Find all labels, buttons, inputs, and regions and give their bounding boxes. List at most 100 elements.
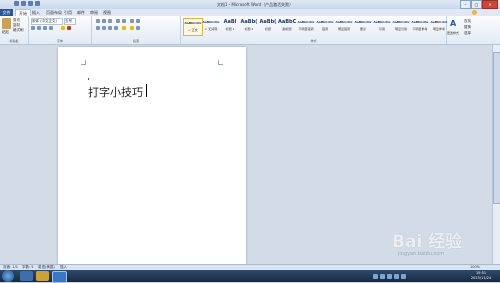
font-size-select[interactable]: 五号: [64, 18, 76, 25]
watermark-logo: Bai 经验: [392, 232, 463, 252]
show-marks-icon[interactable]: [136, 19, 140, 23]
underline-icon[interactable]: [43, 26, 47, 30]
style-sample: AaBbCcDc: [354, 20, 372, 24]
multilevel-list-icon[interactable]: [108, 19, 112, 23]
document-text[interactable]: 打字小技巧: [88, 84, 143, 100]
network-icon[interactable]: [394, 273, 399, 279]
find-button[interactable]: 查找: [464, 19, 471, 24]
tab-references[interactable]: 引用: [64, 9, 72, 16]
minimize-button[interactable]: –: [460, 0, 471, 9]
scrollbar-thumb[interactable]: [493, 52, 500, 204]
word-taskbar-icon[interactable]: [52, 271, 67, 283]
explorer-icon[interactable]: [36, 271, 49, 281]
tab-file[interactable]: 文件: [0, 9, 13, 16]
redo-icon[interactable]: [35, 1, 40, 6]
bullets-icon[interactable]: [96, 19, 100, 23]
align-left-icon[interactable]: [96, 26, 100, 30]
clipboard-group-label: 剪贴板: [9, 39, 19, 43]
style-item[interactable]: AaBbC 副标题: [278, 18, 296, 34]
save-icon[interactable]: [21, 1, 26, 6]
word-app-icon[interactable]: [14, 1, 19, 6]
document-page[interactable]: [58, 47, 246, 269]
style-sample: AaBbCcDc: [316, 20, 334, 24]
style-item[interactable]: AaBbCcDc 明显参考: [430, 18, 448, 34]
style-item[interactable]: AaBbCcDc 强调: [316, 18, 334, 34]
style-name: 明显引用: [394, 27, 407, 31]
sort-icon[interactable]: [130, 19, 134, 23]
highlight-icon[interactable]: [61, 26, 65, 30]
style-name: 强调: [321, 27, 328, 31]
align-center-icon[interactable]: [102, 26, 106, 30]
ribbon-tab-bar: [0, 9, 500, 16]
style-name: ↵ 正文: [188, 28, 198, 32]
numbering-icon[interactable]: [102, 19, 106, 23]
start-button[interactable]: [2, 270, 14, 282]
style-item[interactable]: AaBbCcDc ↵ 正文: [183, 18, 203, 36]
style-sample: AaBbCcDc: [430, 20, 448, 24]
help-icon[interactable]: [472, 10, 477, 15]
font-name-select[interactable]: 宋体 (中文正文): [31, 18, 63, 25]
replace-button[interactable]: 替换: [464, 25, 471, 30]
style-name: 标题 1: [225, 27, 235, 31]
volume-icon[interactable]: [401, 273, 406, 279]
style-item[interactable]: AaBl 标题 1: [221, 18, 239, 34]
font-group-label: 字体: [56, 39, 63, 43]
tray-icon-3[interactable]: [387, 273, 392, 279]
tab-view[interactable]: 视图: [103, 9, 111, 16]
decrease-indent-icon[interactable]: [116, 19, 120, 23]
paste-button[interactable]: 粘贴: [2, 30, 9, 35]
tab-page-layout[interactable]: 页面布局: [46, 9, 62, 16]
undo-icon[interactable]: [28, 1, 33, 6]
tray-icon-1[interactable]: [373, 273, 378, 279]
maximize-button[interactable]: □: [471, 0, 482, 9]
clock-date: 2015/11/24: [470, 276, 492, 280]
line-spacing-icon[interactable]: [122, 26, 126, 30]
window-controls: – □ ✕: [460, 0, 498, 9]
style-item[interactable]: AaBbCcDc 不明显参考: [411, 18, 429, 34]
font-color-icon[interactable]: [67, 26, 71, 30]
watermark-url: jingyan.baidu.com: [398, 251, 445, 257]
style-item[interactable]: AaBb(标题: [259, 18, 277, 34]
paste-icon[interactable]: [2, 18, 11, 29]
taskbar-clock[interactable]: 15:51 2015/11/24: [464, 271, 498, 281]
style-sample: AaBbCcDc: [373, 20, 391, 24]
style-item[interactable]: AaBbCcDc 要点: [354, 18, 372, 34]
italic-icon[interactable]: [37, 26, 41, 30]
bold-icon[interactable]: [31, 26, 35, 30]
align-right-icon[interactable]: [108, 26, 112, 30]
style-name: 明显参考: [432, 27, 445, 31]
style-item[interactable]: AaBbCcDc 明显引用: [392, 18, 410, 34]
strikethrough-icon[interactable]: [49, 26, 53, 30]
tray-icon-2[interactable]: [380, 273, 385, 279]
change-styles-button[interactable]: A 更改样式: [447, 17, 461, 43]
tab-mailings[interactable]: 邮件: [77, 9, 85, 16]
style-name: 副标题: [282, 27, 292, 31]
style-sample: AaBbCcDc: [392, 20, 410, 24]
crop-mark-top-right: [218, 60, 223, 65]
select-button[interactable]: 选择: [464, 31, 471, 36]
close-button[interactable]: ✕: [482, 0, 498, 9]
style-item[interactable]: AaBb(标题 2: [240, 18, 258, 34]
style-item[interactable]: AaBbCcDc 明显强调: [335, 18, 353, 34]
justify-icon[interactable]: [114, 26, 118, 30]
tab-review[interactable]: 审阅: [90, 9, 98, 16]
window-title: 文档1 - Microsoft Word（产品激活失败）: [216, 2, 294, 7]
format-painter-button[interactable]: 格式刷: [13, 28, 24, 33]
ie-icon[interactable]: [20, 271, 33, 281]
taskbar: [0, 270, 500, 282]
system-tray: [373, 271, 406, 281]
style-name: 明显强调: [337, 27, 350, 31]
tab-insert[interactable]: 插入: [32, 9, 40, 16]
change-styles-label: 更改样式: [447, 31, 460, 35]
style-item[interactable]: AaBbCcDc 引用: [373, 18, 391, 34]
style-item[interactable]: AaBbCcDc 不明显强调: [297, 18, 315, 34]
shading-icon[interactable]: [130, 26, 134, 30]
paragraph-mark: [88, 78, 89, 80]
style-item[interactable]: AaBbCcDc ↵ 无间隔: [202, 18, 220, 34]
font-group: 宋体 (中文正文) 五号 字体: [29, 16, 92, 44]
style-sample: AaBb(: [240, 19, 258, 25]
paragraph-group: 段落: [92, 16, 181, 44]
borders-icon[interactable]: [136, 26, 140, 30]
baidu-watermark: Bai 经验 jingyan.baidu.com: [392, 227, 496, 267]
increase-indent-icon[interactable]: [122, 19, 126, 23]
